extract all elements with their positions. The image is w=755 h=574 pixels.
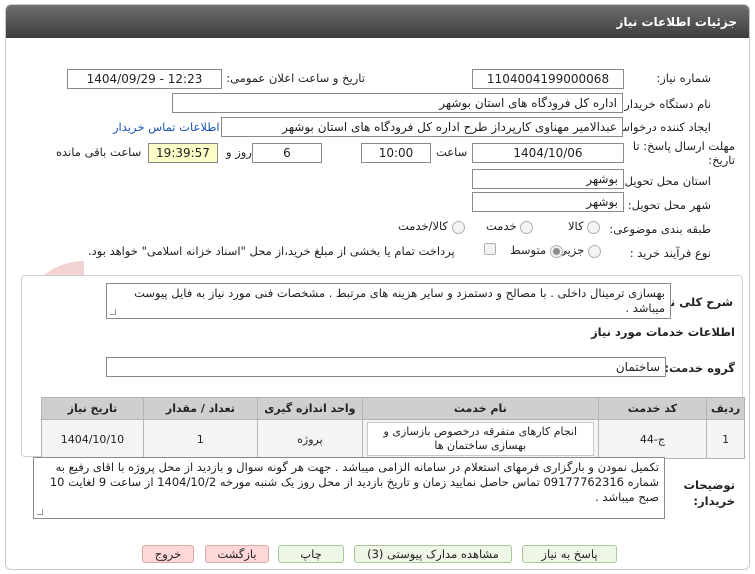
cell-quantity: 1 xyxy=(142,419,258,459)
need-details-window: جزئیات اطلاعات نیاز AriaTender.net شماره… xyxy=(5,4,750,570)
notes-resize-handle-icon[interactable] xyxy=(37,509,43,515)
deadline-hour-label: ساعت xyxy=(436,145,468,159)
back-button[interactable]: بازگشت xyxy=(205,545,269,563)
buyer-contact-link[interactable]: اطلاعات تماس خریدار xyxy=(113,120,220,134)
buyer-notes-field[interactable]: تکمیل نمودن و بارگزاری فرمهای استعلام در… xyxy=(33,457,665,519)
announce-date-field: 1404/09/29 - 12:23 xyxy=(67,69,222,89)
service-group-field: ساختمان xyxy=(106,357,666,377)
deadline-time-field: 10:00 xyxy=(361,143,431,163)
category-option-both[interactable]: کالا/خدمت xyxy=(398,219,465,234)
radio-goods[interactable] xyxy=(587,220,601,234)
days-label: روز و xyxy=(226,145,252,159)
col-header-quantity: تعداد / مقدار xyxy=(142,397,258,420)
cell-unit: پروژه xyxy=(256,419,363,459)
buyer-field: اداره کل فرودگاه های استان بوشهر xyxy=(172,93,623,113)
need-number-label: شماره نیاز: xyxy=(656,71,711,85)
category-both-label: کالا/خدمت xyxy=(398,219,449,233)
print-button[interactable]: چاپ xyxy=(278,545,344,563)
general-description-field[interactable]: بهسازی ترمینال داخلی . با مصالح و دستمزد… xyxy=(106,283,671,319)
cell-service-code: ج-44 xyxy=(597,419,708,459)
col-header-unit: واحد اندازه گیری xyxy=(256,397,363,420)
radio-goods-service[interactable] xyxy=(451,220,465,234)
services-section-title: اطلاعات خدمات مورد نیاز xyxy=(591,325,735,339)
radio-minor[interactable] xyxy=(587,244,601,258)
city-label: شهر محل تحویل: xyxy=(627,198,711,212)
category-goods-label: کالا xyxy=(568,219,584,233)
remaining-time-label: ساعت باقی مانده xyxy=(56,145,142,159)
col-header-row-number: ردیف xyxy=(706,397,745,420)
service-name-text: انجام کارهای متفرقه درخصوص بازسازی و بهس… xyxy=(366,422,594,456)
cell-row-number: 1 xyxy=(706,419,745,459)
col-header-need-date: تاریخ نیاز xyxy=(41,397,144,420)
service-group-label: گروه خدمت: xyxy=(664,361,735,375)
province-label: استان محل تحویل: xyxy=(620,174,711,188)
col-header-service-name: نام خدمت xyxy=(361,397,599,420)
process-option-minor[interactable]: جزیی xyxy=(558,243,601,258)
radio-medium[interactable] xyxy=(549,244,563,258)
cell-service-name: انجام کارهای متفرقه درخصوص بازسازی و بهس… xyxy=(361,419,599,459)
buyer-label: نام دستگاه خریدار: xyxy=(620,97,711,111)
reply-to-need-button[interactable]: پاسخ به نیاز xyxy=(522,545,617,563)
creator-field: عبدالامیر مهناوی کارپرداز طرح اداره کل ف… xyxy=(221,117,623,137)
col-header-service-code: کد خدمت xyxy=(597,397,708,420)
need-number-field: 1104004199000068 xyxy=(472,69,624,89)
city-field: بوشهر xyxy=(472,192,624,212)
table-row: 1 ج-44 انجام کارهای متفرقه درخصوص بازساز… xyxy=(41,419,745,459)
resize-handle-icon[interactable] xyxy=(110,309,116,315)
page-title: جزئیات اطلاعات نیاز xyxy=(6,5,749,38)
category-option-service[interactable]: خدمت xyxy=(486,219,534,234)
announce-date-label: تاریخ و ساعت اعلان عمومی: xyxy=(226,71,365,85)
general-description-text: بهسازی ترمینال داخلی . با مصالح و دستمزد… xyxy=(134,286,665,315)
process-medium-label: متوسط xyxy=(510,243,547,257)
process-label: نوع فرآیند خرید : xyxy=(629,246,711,260)
category-label: طبقه بندی موضوعی: xyxy=(609,222,711,236)
days-remaining-field: 6 xyxy=(252,143,322,163)
radio-service[interactable] xyxy=(520,220,534,234)
category-option-goods[interactable]: کالا xyxy=(568,219,601,234)
table-header-row: ردیف کد خدمت نام خدمت واحد اندازه گیری ت… xyxy=(41,397,745,420)
services-table: ردیف کد خدمت نام خدمت واحد اندازه گیری ت… xyxy=(41,397,745,459)
exit-button[interactable]: خروج xyxy=(142,545,194,563)
province-field: بوشهر xyxy=(472,169,624,189)
treasury-text: پرداخت تمام یا بخشی از مبلغ خرید،از محل … xyxy=(88,244,455,258)
treasury-checkbox[interactable] xyxy=(484,243,496,255)
process-option-medium[interactable]: متوسط xyxy=(510,243,563,258)
remaining-time-field: 19:39:57 xyxy=(148,143,218,163)
deadline-label: مهلت ارسال پاسخ: تا تاریخ: xyxy=(632,139,735,167)
category-service-label: خدمت xyxy=(486,219,517,233)
view-attachments-button[interactable]: مشاهده مدارک پیوستی (3) xyxy=(354,545,512,563)
buyer-notes-label: توضیحات خریدار: xyxy=(683,478,736,508)
deadline-date-field: 1404/10/06 xyxy=(472,143,624,163)
cell-need-date: 1404/10/10 xyxy=(41,419,144,459)
buyer-notes-text: تکمیل نمودن و بارگزاری فرمهای استعلام در… xyxy=(49,460,659,504)
